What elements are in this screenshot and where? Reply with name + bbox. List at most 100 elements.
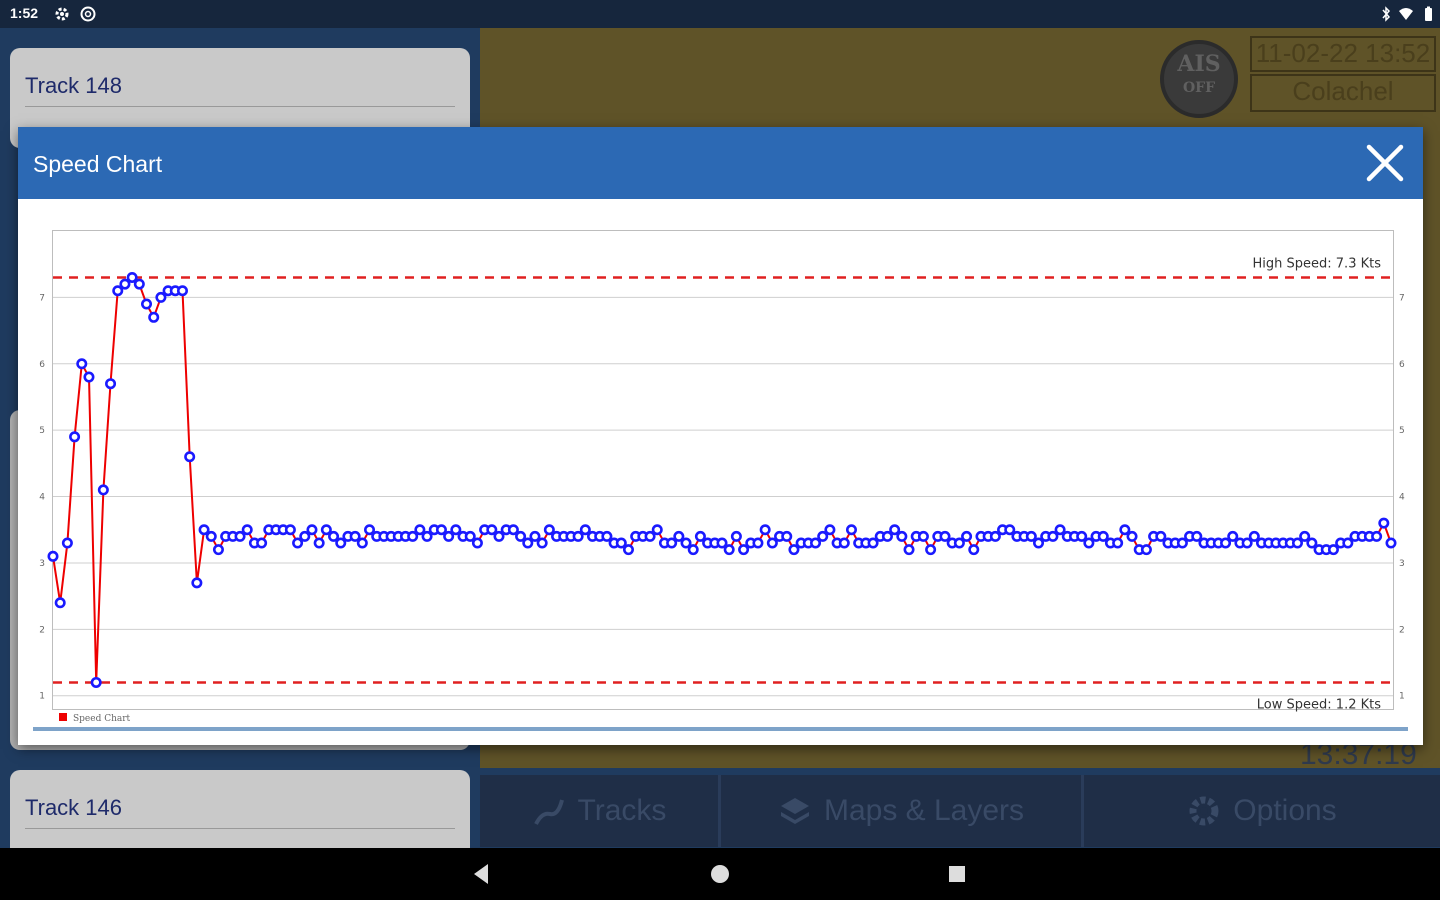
info-place: Colachel: [1250, 74, 1436, 112]
speed-chart: 1 1 2 2 3 3 4 4 5 5 6 6 7 7 High Speed: 7.3 Kts Low Spe…: [39, 256, 1405, 724]
nav-tab-tracks[interactable]: Tracks: [480, 775, 718, 847]
data-point: [443, 530, 455, 542]
data-point: [328, 530, 340, 542]
data-point: [896, 530, 908, 542]
status-bar: 1:52: [0, 0, 1440, 28]
nav-tab-label: Options: [1233, 794, 1337, 827]
data-point: [1378, 517, 1390, 529]
data-point: [471, 537, 483, 549]
home-icon[interactable]: [708, 848, 732, 900]
chart-area: 1 1 2 2 3 3 4 4 5 5 6 6 7 7 High Speed: 7.3 Kts Low Spe…: [39, 230, 1405, 724]
data-point: [1047, 530, 1059, 542]
data-point: [529, 530, 541, 542]
y-tick-label-right: 2: [1399, 625, 1405, 635]
data-point: [1291, 537, 1303, 549]
data-point: [939, 530, 951, 542]
y-tick-label-left: 4: [39, 493, 45, 503]
nav-tab-maps-layers[interactable]: Maps & Layers: [721, 775, 1081, 847]
bottom-nav: Tracks Maps & Layers Options: [480, 775, 1440, 847]
track-card[interactable]: Track 146: [10, 770, 470, 860]
data-point: [889, 524, 901, 536]
data-point: [133, 278, 145, 290]
data-point: [507, 524, 519, 536]
data-point: [1140, 544, 1152, 556]
data-point: [112, 285, 124, 297]
data-point: [867, 537, 879, 549]
data-point: [234, 530, 246, 542]
data-point: [622, 544, 634, 556]
track-title: Track 146: [25, 795, 123, 820]
data-point: [917, 530, 929, 542]
data-point: [1385, 537, 1397, 549]
y-tick-label-left: 5: [39, 426, 45, 436]
data-point: [1371, 530, 1383, 542]
data-point: [119, 278, 131, 290]
tracks-icon: [533, 799, 564, 825]
y-tick-label-right: 4: [1399, 493, 1405, 503]
data-point: [155, 291, 167, 303]
bluetooth-icon: [1382, 6, 1391, 22]
data-point: [1248, 530, 1260, 542]
data-point: [184, 451, 196, 463]
y-tick-label-left: 1: [39, 692, 45, 702]
divider: [25, 106, 455, 107]
data-point: [824, 524, 836, 536]
y-tick-label-left: 6: [39, 360, 45, 370]
data-point: [1342, 537, 1354, 549]
data-point: [1220, 537, 1232, 549]
data-point: [306, 524, 318, 536]
data-point: [1083, 537, 1095, 549]
data-point: [407, 530, 419, 542]
data-point: [723, 544, 735, 556]
data-point: [205, 530, 217, 542]
data-point: [543, 524, 555, 536]
data-point: [141, 298, 153, 310]
data-point: [148, 311, 160, 323]
y-tick-label-left: 2: [39, 625, 45, 635]
data-point: [47, 550, 59, 562]
y-tick-label-right: 5: [1399, 426, 1405, 436]
data-point: [176, 285, 188, 297]
close-icon[interactable]: [1363, 141, 1407, 185]
data-point: [1155, 530, 1167, 542]
data-point: [1054, 524, 1066, 536]
data-point: [903, 544, 915, 556]
wifi-icon: [1399, 8, 1413, 20]
data-point: [522, 537, 534, 549]
data-point: [651, 524, 663, 536]
data-point: [1097, 530, 1109, 542]
data-point: [572, 530, 584, 542]
recents-icon[interactable]: [945, 848, 969, 900]
data-point: [313, 537, 325, 549]
data-point: [817, 530, 829, 542]
data-point: [90, 676, 102, 688]
data-point: [1119, 524, 1131, 536]
data-point: [579, 524, 591, 536]
data-point: [198, 524, 210, 536]
y-tick-label-right: 7: [1399, 293, 1405, 303]
battery-icon: [1425, 6, 1432, 21]
y-tick-label-right: 3: [1399, 559, 1405, 569]
data-point: [1025, 530, 1037, 542]
data-point: [1241, 537, 1253, 549]
data-point: [752, 537, 764, 549]
data-point: [191, 577, 203, 589]
data-point: [450, 524, 462, 536]
data-point: [666, 537, 678, 549]
data-point: [356, 537, 368, 549]
data-point: [738, 544, 750, 556]
data-point: [1191, 530, 1203, 542]
data-point: [212, 544, 224, 556]
data-point: [1126, 530, 1138, 542]
data-point: [1227, 530, 1239, 542]
gear-icon: [55, 7, 69, 21]
system-nav-bar: [0, 848, 1440, 900]
high-speed-label: High Speed: 7.3 Kts: [1253, 256, 1382, 271]
data-point: [105, 378, 117, 390]
low-speed-label: Low Speed: 1.2 Kts: [1257, 697, 1381, 712]
divider: [25, 828, 455, 829]
ais-badge[interactable]: AIS OFF: [1160, 40, 1238, 118]
nav-tab-options[interactable]: Options: [1084, 775, 1440, 847]
data-point: [881, 530, 893, 542]
back-icon[interactable]: [470, 848, 494, 900]
